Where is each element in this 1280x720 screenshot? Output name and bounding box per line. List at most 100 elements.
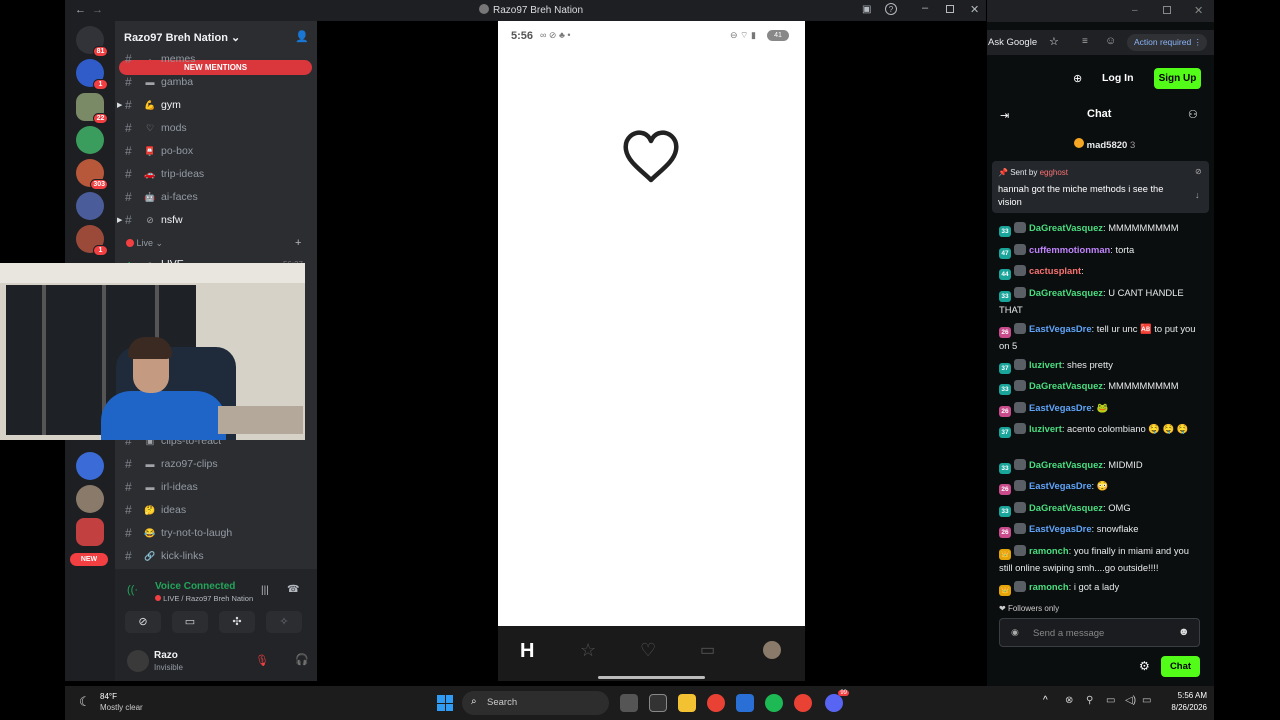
discord-taskbar-icon[interactable]: 99 [825, 690, 849, 712]
screen-share-button[interactable]: ▭ [172, 611, 208, 633]
mute-icon[interactable]: 🎙 [255, 654, 269, 667]
chat-username[interactable]: cuffemmotionman [1029, 244, 1110, 255]
action-required-button[interactable]: Action required ⋮ [1127, 34, 1207, 51]
server-icon-active[interactable]: 22 [76, 93, 108, 124]
deafen-icon[interactable]: 🎧 [295, 653, 309, 666]
camera-off-button[interactable]: ⊘ [125, 611, 161, 633]
close-icon[interactable]: ✕ [970, 3, 979, 16]
star-tab-icon[interactable]: ☆ [580, 640, 596, 661]
home-tab-icon[interactable]: H [520, 640, 534, 663]
start-button[interactable] [437, 695, 453, 711]
channel-mods[interactable]: # ♡ mods [125, 118, 315, 138]
forward-icon[interactable]: → [92, 4, 103, 16]
volume-icon[interactable]: ◁) [1125, 695, 1136, 706]
server-icon[interactable] [76, 192, 104, 220]
likes-tab-icon[interactable]: ♡ [640, 640, 656, 661]
weather-temp[interactable]: 84°F [100, 692, 117, 701]
bookmark-star-icon[interactable]: ☆ [1049, 35, 1059, 48]
users-icon[interactable]: ⚇ [1188, 108, 1198, 121]
new-pill[interactable]: NEW [70, 553, 108, 566]
minimize-icon[interactable]: – [922, 2, 928, 14]
app-icon[interactable] [649, 694, 667, 712]
chat-username[interactable]: EastVegasDre [1029, 480, 1092, 491]
channel-kick-links[interactable]: # 🔗 kick-links [125, 546, 315, 566]
tray-chevron-icon[interactable]: ^ [1043, 695, 1048, 706]
taskbar-search[interactable]: ⌕ Search [462, 691, 609, 715]
messages-tab-icon[interactable]: ▭ [700, 640, 715, 660]
chat-username[interactable]: EastVegasDre [1029, 323, 1092, 334]
profile-tab-avatar[interactable] [763, 641, 781, 659]
channel-memes[interactable]: # · memes [125, 49, 315, 69]
activities-button[interactable]: ✣ [219, 611, 255, 633]
weather-desc[interactable]: Mostly clear [100, 703, 143, 712]
signup-button[interactable]: Sign Up [1154, 68, 1201, 89]
chat-send-button[interactable]: Chat [1161, 656, 1200, 677]
chat-username[interactable]: DaGreatVasquez [1029, 459, 1103, 470]
tray-app-icon[interactable]: ⊗ [1065, 695, 1073, 706]
chat-username[interactable]: DaGreatVasquez [1029, 287, 1103, 298]
help-icon[interactable]: ? [885, 3, 897, 15]
expand-down-icon[interactable]: ↓ [1195, 190, 1200, 200]
clock-time[interactable]: 5:56 AM [1172, 691, 1207, 700]
server-icon[interactable] [76, 485, 104, 513]
server-icon[interactable]: 303 [76, 159, 108, 190]
maximize-icon[interactable] [946, 5, 954, 13]
chat-username[interactable]: ramonch [1029, 545, 1069, 556]
restore-icon[interactable] [1163, 6, 1171, 14]
globe-icon[interactable]: ⊕ [1073, 72, 1082, 85]
clock-date[interactable]: 8/26/2026 [1163, 703, 1207, 712]
channel-irl-ideas[interactable]: # ▬ irl-ideas [125, 477, 315, 497]
server-name[interactable]: Razo97 Breh Nation ⌄ [124, 31, 240, 44]
disconnect-icon[interactable]: ☎ [287, 584, 299, 595]
battery-icon[interactable]: ▭ [1142, 695, 1151, 706]
back-icon[interactable]: ← [75, 4, 86, 16]
server-icon[interactable] [76, 518, 104, 546]
ask-google-button[interactable]: Ask Google [988, 37, 1037, 48]
channel-ideas[interactable]: # 🤔 ideas [125, 500, 315, 520]
noise-icon[interactable]: ||| [261, 585, 269, 596]
display-icon[interactable]: ▭ [1106, 695, 1115, 706]
server-icon[interactable]: 1 [76, 225, 108, 256]
server-icon[interactable] [76, 452, 104, 480]
login-button[interactable]: Log In [1102, 72, 1134, 84]
emote-badge-icon[interactable]: ◉ [1011, 627, 1019, 638]
photos-icon[interactable] [736, 694, 754, 712]
channel-nsfw[interactable]: ▶ # ⊘ nsfw [117, 210, 315, 230]
chat-username[interactable]: DaGreatVasquez [1029, 222, 1103, 233]
chat-username[interactable]: EastVegasDre [1029, 402, 1092, 413]
chat-username[interactable]: DaGreatVasquez [1029, 380, 1103, 391]
file-explorer-icon[interactable] [678, 694, 696, 712]
add-channel-icon[interactable]: + [295, 237, 301, 249]
chat-username[interactable]: DaGreatVasquez [1029, 502, 1103, 513]
reading-list-icon[interactable]: ≡ [1082, 36, 1088, 47]
mic-icon[interactable]: ⚲ [1086, 695, 1093, 706]
send-message-input[interactable]: ◉ Send a message ☻ [999, 618, 1200, 647]
channel-trip-ideas[interactable]: # 🚗 trip-ideas [125, 164, 315, 184]
chat-username[interactable]: ramonch [1029, 581, 1069, 592]
close-icon[interactable]: ✕ [1194, 4, 1203, 17]
avatar[interactable] [127, 650, 149, 672]
channel-gym[interactable]: ▶ # 💪 gym [117, 95, 315, 115]
live-category[interactable]: Live ⌄ [126, 238, 163, 249]
channel-gamba[interactable]: # ▬ gamba [125, 72, 315, 92]
task-view-icon[interactable] [620, 694, 638, 712]
emoji-icon[interactable]: ☻ [1178, 626, 1190, 638]
chat-username[interactable]: luzivert [1029, 359, 1062, 370]
voice-channel[interactable]: LIVE / Razo97 Breh Nation [155, 594, 253, 603]
collapse-chat-icon[interactable]: ⇥ [1000, 109, 1009, 122]
dm-home-icon[interactable]: 81 [76, 26, 108, 57]
channel-try-not-to-laugh[interactable]: # 😂 try-not-to-laugh [125, 523, 315, 543]
soundboard-button[interactable]: ✧ [266, 611, 302, 633]
hide-icon[interactable]: ⊘ [1195, 167, 1202, 176]
channel-ai-faces[interactable]: # 🤖 ai-faces [125, 187, 315, 207]
server-icon[interactable]: 1 [76, 59, 108, 90]
chat-username[interactable]: cactusplant [1029, 265, 1081, 276]
spotify-icon[interactable] [765, 694, 783, 712]
chrome-icon[interactable] [794, 694, 812, 712]
channel-razo97-clips[interactable]: # ▬ razo97-clips [125, 454, 315, 474]
chat-username[interactable]: luzivert [1029, 423, 1062, 434]
minimize-icon[interactable]: – [1132, 5, 1138, 16]
chrome-icon[interactable] [707, 694, 725, 712]
inbox-icon[interactable]: ▣ [862, 4, 871, 15]
server-icon[interactable] [76, 126, 104, 154]
